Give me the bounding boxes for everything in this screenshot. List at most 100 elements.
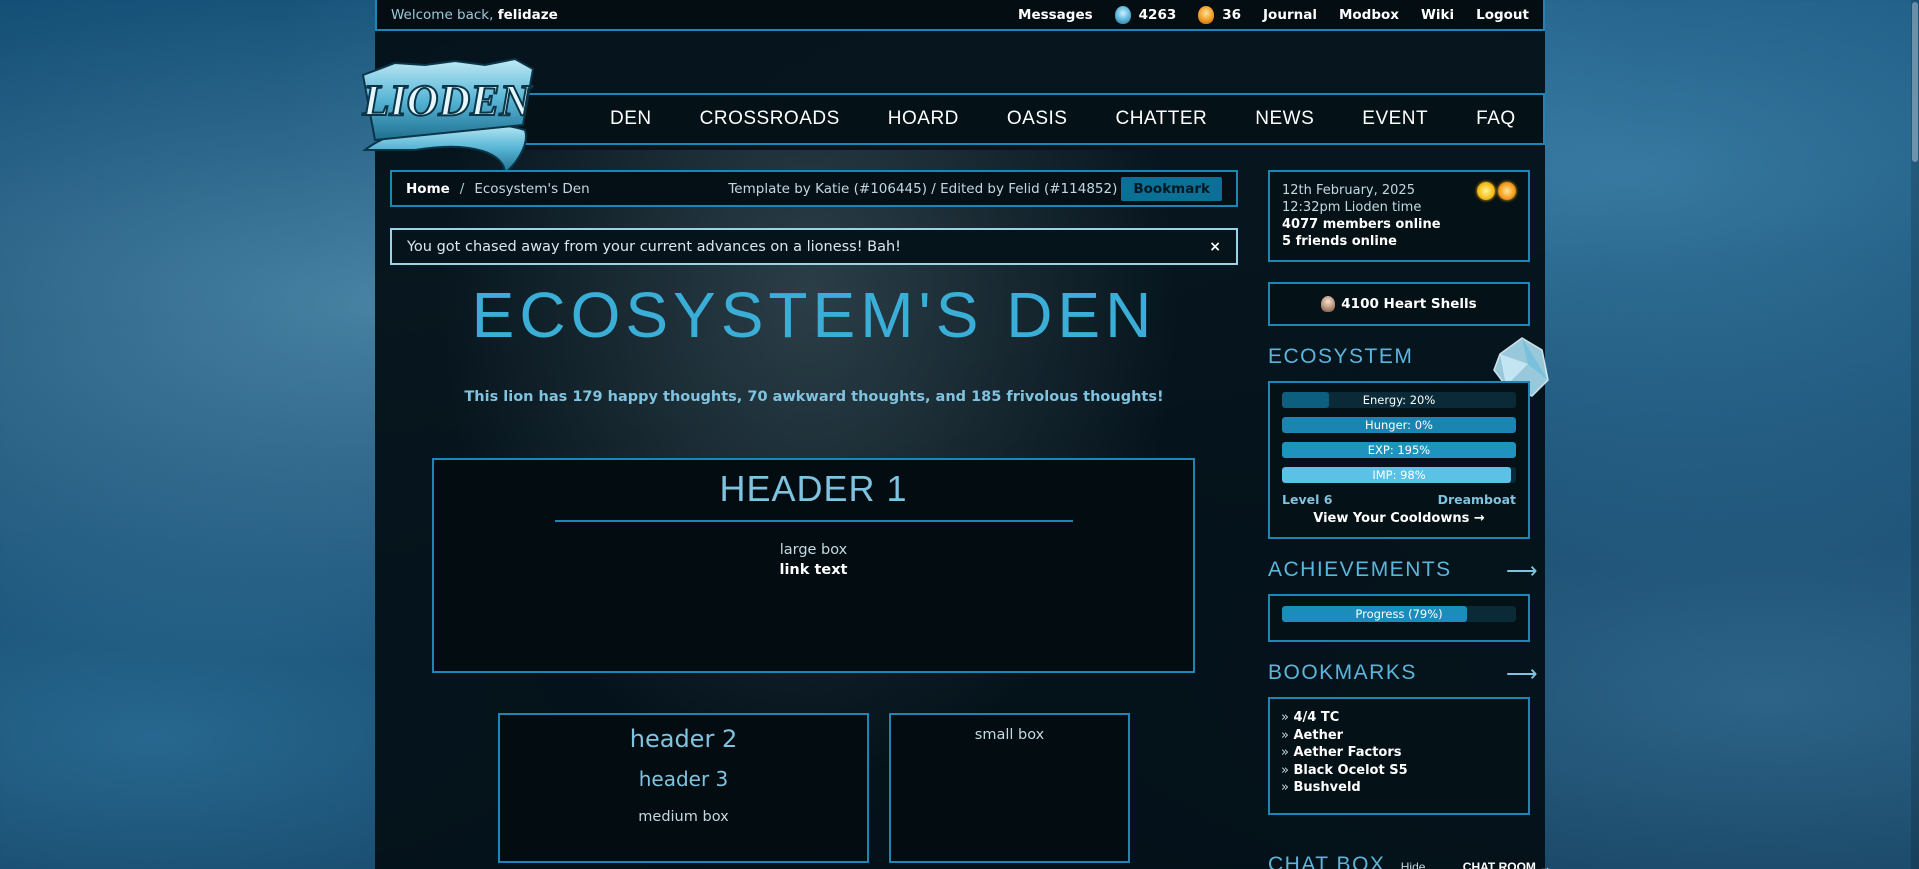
alert-message: You got chased away from your current ad… (390, 228, 1238, 265)
hunger-bar: Hunger: 0% (1282, 417, 1516, 433)
achievements-box: Progress (79%) (1268, 594, 1530, 642)
bookmark-link[interactable]: Aether Factors (1294, 745, 1402, 760)
top-bar: Welcome back, felidaze Messages 4263 36 … (375, 0, 1545, 31)
lion-rank: Dreamboat (1437, 492, 1516, 507)
link-text[interactable]: link text (434, 562, 1193, 578)
chatbox-title: CHAT BOX Hide CHAT ROOM → (1268, 853, 1551, 869)
header-1: HEADER 1 (719, 468, 908, 509)
nav-den[interactable]: DEN (586, 108, 676, 130)
list-item[interactable]: » Aether (1281, 727, 1517, 745)
imp-label: IMP: 98% (1372, 468, 1426, 482)
large-box-text: large box (779, 542, 848, 558)
large-box: HEADER 1 large box link text (432, 458, 1195, 673)
breadcrumb: Home / Ecosystem's Den Template by Katie… (390, 170, 1238, 207)
journal-link[interactable]: Journal (1263, 7, 1317, 23)
wiki-link[interactable]: Wiki (1421, 7, 1454, 23)
members-online[interactable]: 4077 members online (1282, 217, 1441, 232)
logout-link[interactable]: Logout (1476, 7, 1529, 23)
blue-beetle-icon (1114, 5, 1131, 24)
bookmark-bullet: » (1281, 762, 1289, 778)
achievement-progress-bar[interactable]: Progress (79%) (1282, 606, 1516, 622)
hunger-label: Hunger: 0% (1365, 418, 1433, 432)
template-credit: Template by Katie (#106445) / Edited by … (728, 180, 1118, 197)
lion-level: Level 6 (1282, 492, 1333, 507)
view-cooldowns-link[interactable]: View Your Cooldowns → (1282, 511, 1516, 526)
blue-currency-value: 4263 (1138, 6, 1177, 23)
breadcrumb-home[interactable]: Home (406, 181, 450, 197)
heart-shells-box[interactable]: 4100 Heart Shells (1268, 282, 1530, 326)
bookmark-link[interactable]: 4/4 TC (1294, 710, 1340, 725)
nav-event[interactable]: EVENT (1338, 108, 1452, 130)
nav-oasis[interactable]: OASIS (983, 108, 1092, 130)
list-item[interactable]: » Black Ocelot S5 (1281, 762, 1517, 780)
nav-hoard[interactable]: HOARD (864, 108, 983, 130)
blue-currency[interactable]: 4263 (1114, 5, 1177, 24)
bookmarks-title-text: BOOKMARKS (1268, 661, 1417, 684)
page-title: ECOSYSTEM'S DEN (471, 279, 1157, 351)
close-icon[interactable]: × (1209, 239, 1221, 255)
sun-icon (1477, 182, 1495, 200)
imp-bar: IMP: 98% (1282, 467, 1516, 483)
welcome-message: Welcome back, felidaze (391, 7, 558, 23)
main-nav: DEN CROSSROADS HOARD OASIS CHATTER NEWS … (375, 93, 1545, 145)
breadcrumb-current: Ecosystem's Den (474, 180, 590, 197)
bookmark-link[interactable]: Aether (1294, 728, 1344, 743)
lioden-logo[interactable]: LIODEN (355, 55, 545, 175)
lion-name-title[interactable]: ECOSYSTEM (1268, 345, 1413, 369)
nav-news[interactable]: NEWS (1231, 108, 1338, 130)
username-link[interactable]: felidaze (498, 7, 558, 23)
bookmark-button[interactable]: Bookmark (1121, 176, 1222, 201)
welcome-prefix: Welcome back, (391, 6, 494, 23)
header-3: header 3 (638, 767, 729, 791)
lion-stats-box: Energy: 20% Hunger: 0% EXP: 195% IMP: 98… (1268, 381, 1530, 539)
medium-box-text: medium box (638, 809, 729, 825)
nav-crossroads[interactable]: CROSSROADS (676, 108, 864, 130)
small-box-text: small box (974, 727, 1045, 743)
bookmarks-box: » 4/4 TC » Aether » Aether Factors » Bla… (1268, 697, 1530, 815)
friends-online[interactable]: 5 friends online (1282, 234, 1397, 249)
bookmark-bullet: » (1281, 745, 1289, 760)
gold-currency-value: 36 (1222, 6, 1242, 23)
bookmark-link[interactable]: Black Ocelot S5 (1294, 763, 1408, 778)
alert-text: You got chased away from your current ad… (407, 238, 901, 255)
gold-beetle-icon (1198, 5, 1215, 24)
bookmark-bullet: » (1281, 780, 1289, 795)
medium-box: header 2 header 3 medium box (498, 713, 869, 863)
breadcrumb-separator: / (459, 180, 465, 197)
date-time-box: 12th February, 2025 12:32pm Lioden time … (1268, 170, 1530, 262)
chatbox-title-text: CHAT BOX (1268, 853, 1386, 869)
achievements-title-text: ACHIEVEMENTS (1268, 558, 1452, 581)
nav-chatter[interactable]: CHATTER (1091, 108, 1231, 130)
weather-icons (1477, 182, 1516, 200)
modbox-link[interactable]: Modbox (1339, 7, 1399, 23)
lioden-time: 12:32pm Lioden time (1282, 200, 1422, 215)
thoughts-summary: This lion has 179 happy thoughts, 70 awk… (464, 389, 1164, 405)
exp-label: EXP: 195% (1367, 443, 1431, 457)
bookmark-link[interactable]: Bushveld (1294, 780, 1361, 795)
list-item[interactable]: » Aether Factors (1281, 744, 1517, 762)
heart-shells-count: 4100 Heart Shells (1341, 296, 1477, 312)
header-2: header 2 (629, 725, 738, 753)
bookmark-bullet: » (1281, 710, 1289, 725)
list-item[interactable]: » 4/4 TC (1281, 709, 1517, 727)
chat-room-link[interactable]: CHAT ROOM → (1463, 860, 1551, 869)
achievements-title[interactable]: ACHIEVEMENTS ⟶ (1268, 558, 1538, 583)
nav-faq[interactable]: FAQ (1452, 108, 1540, 130)
scrollbar-thumb[interactable] (1912, 2, 1918, 162)
page-scrollbar[interactable] (1911, 0, 1919, 869)
list-item[interactable]: » Bushveld (1281, 779, 1517, 797)
arrow-right-icon[interactable]: ⟶ (1506, 558, 1539, 584)
sun-weather-icon (1498, 182, 1516, 200)
gold-currency[interactable]: 36 (1198, 5, 1242, 24)
chatbox-hide-link[interactable]: Hide (1401, 860, 1426, 869)
achievement-progress-label: Progress (79%) (1355, 607, 1443, 621)
top-links: Messages 4263 36 Journal Modbox Wiki Log… (1018, 5, 1529, 24)
exp-bar: EXP: 195% (1282, 442, 1516, 458)
bookmarks-title[interactable]: BOOKMARKS ⟶ (1268, 661, 1538, 686)
energy-bar: Energy: 20% (1282, 392, 1516, 408)
arrow-right-icon[interactable]: ⟶ (1506, 661, 1539, 687)
energy-label: Energy: 20% (1362, 393, 1436, 407)
logo-text: LIODEN (362, 76, 534, 125)
messages-link[interactable]: Messages (1018, 7, 1093, 23)
heart-shell-icon (1321, 296, 1336, 312)
